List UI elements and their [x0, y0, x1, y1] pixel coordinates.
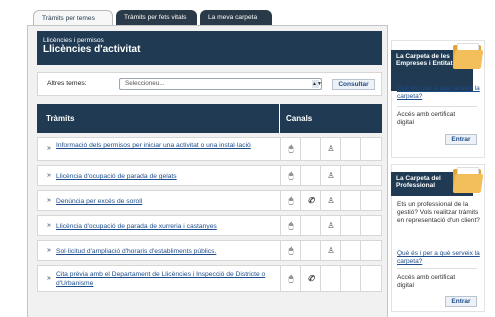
procedure-link[interactable]: Denúncia per excés de soroll	[56, 197, 272, 206]
professional-info-link[interactable]: Què és i per a què serveix la carpeta?	[397, 250, 485, 266]
procedures-table-header: Tràmits Canals	[37, 104, 382, 133]
channel-cell[interactable]: ✆	[300, 266, 320, 291]
procedure-link[interactable]: Llicència d'ocupació de parada de gelats	[56, 172, 272, 181]
channel-cell	[340, 266, 360, 291]
other-topics-bar: Altres temes: Seleccioneu... ▲▼ Consulta…	[37, 72, 382, 96]
header-divider	[279, 104, 280, 133]
channel-cell	[360, 138, 380, 160]
companies-enter-button[interactable]: Entrar	[445, 134, 477, 145]
tab-bar: Tràmits per temes Tràmits per fets vital…	[33, 10, 272, 26]
tab-by-life-events[interactable]: Tràmits per fets vitals	[116, 10, 197, 26]
channel-cell	[360, 191, 380, 210]
channel-cell	[340, 166, 360, 185]
phone-icon[interactable]: ✆	[301, 196, 321, 205]
person-icon[interactable]: ♙	[321, 144, 341, 153]
mouse-icon[interactable]: 🖱	[281, 246, 301, 256]
phone-icon[interactable]: ✆	[301, 274, 321, 283]
channel-cell	[340, 241, 360, 260]
page-header: Llicències i permisos Llicències d'activ…	[37, 31, 382, 65]
bullet-icon: »	[47, 145, 51, 152]
channel-cell[interactable]: 🖱	[280, 138, 300, 160]
channel-cell[interactable]: 🖱	[280, 216, 300, 235]
mouse-icon[interactable]: 🖱	[281, 221, 301, 231]
professional-question-text: Ets un professional de la gestió? Vols r…	[397, 201, 480, 224]
channel-cell	[360, 166, 380, 185]
divider	[397, 268, 477, 269]
person-icon[interactable]: ♙	[321, 171, 341, 180]
mouse-icon[interactable]: 🖱	[281, 144, 301, 154]
channel-cell	[300, 138, 320, 160]
channel-cell[interactable]: 🖱	[280, 241, 300, 260]
procedure-row: » Cita prèvia amb el Departament de Llicè…	[37, 265, 382, 292]
bullet-icon: »	[47, 274, 51, 282]
procedure-link[interactable]: Llicència d'ocupació de parada de xurrer…	[56, 222, 272, 231]
channel-cell[interactable]: ♙	[320, 241, 340, 260]
companies-info-link[interactable]: Què és i per a què serveix la carpeta?	[397, 85, 485, 101]
procedure-row: » Denúncia per excés de soroll 🖱 ✆ ♙	[37, 190, 382, 211]
procedure-row: » Llicència d'ocupació de parada de gelat…	[37, 165, 382, 186]
tab-by-topics[interactable]: Tràmits per temes	[33, 10, 113, 26]
procedure-link[interactable]: Informació dels permisos per iniciar una…	[56, 141, 272, 150]
folder-icon	[452, 167, 484, 193]
channel-cell[interactable]: ♙	[320, 138, 340, 160]
topics-select-value: Seleccioneu...	[125, 80, 165, 87]
procedure-row: » Informació dels permisos per iniciar un…	[37, 137, 382, 161]
chevron-updown-icon: ▲▼	[312, 80, 322, 88]
page: Tràmits per temes Tràmits per fets vital…	[0, 0, 495, 317]
bullet-icon: »	[47, 196, 51, 204]
person-icon[interactable]: ♙	[321, 221, 341, 230]
channel-cell	[340, 191, 360, 210]
channel-cell[interactable]: ✆	[300, 191, 320, 210]
breadcrumb[interactable]: Llicències i permisos	[43, 37, 104, 44]
channel-cell	[360, 241, 380, 260]
mouse-icon[interactable]: 🖱	[281, 196, 301, 206]
professional-folder-panel: La Carpeta del Professional Ets un profe…	[391, 164, 485, 312]
channel-cell[interactable]: ♙	[320, 216, 340, 235]
procedure-link[interactable]: Sol·licitud d'ampliació d'horaris d'esta…	[56, 247, 272, 256]
col-procedures: Tràmits	[46, 114, 75, 123]
channel-cell	[340, 216, 360, 235]
channel-cell	[360, 216, 380, 235]
person-icon[interactable]: ♙	[321, 196, 341, 205]
bullet-icon: »	[47, 171, 51, 179]
mouse-icon[interactable]: 🖱	[281, 171, 301, 181]
channel-cell	[300, 216, 320, 235]
topics-select[interactable]: Seleccioneu... ▲▼	[119, 78, 322, 90]
professional-access-text: Accés amb certificat digital	[397, 274, 456, 289]
folder-icon	[452, 43, 484, 69]
procedure-row: » Llicència d'ocupació de parada de xurre…	[37, 215, 382, 236]
person-icon[interactable]: ♙	[321, 246, 341, 255]
channel-cell	[320, 266, 340, 291]
companies-folder-panel: La Carpeta de les Empreses i Entitats Qu…	[391, 40, 485, 158]
channel-cell[interactable]: 🖱	[280, 166, 300, 185]
consult-button[interactable]: Consultar	[332, 79, 375, 90]
channel-cell[interactable]: ♙	[320, 191, 340, 210]
tab-my-folder[interactable]: La meva carpeta	[200, 10, 272, 26]
col-channels: Canals	[286, 114, 313, 123]
channel-cell[interactable]: ♙	[320, 166, 340, 185]
other-topics-label: Altres temes:	[47, 80, 87, 87]
channel-cell	[300, 166, 320, 185]
channel-cell[interactable]: 🖱	[280, 266, 300, 291]
companies-access-text: Accés amb certificat digital	[397, 111, 456, 126]
bullet-icon: »	[47, 221, 51, 229]
professional-enter-button[interactable]: Entrar	[445, 296, 477, 307]
procedure-row: » Sol·licitud d'ampliació d'horaris d'est…	[37, 240, 382, 261]
channel-cell	[300, 241, 320, 260]
bullet-icon: »	[47, 246, 51, 254]
procedures-list: » Informació dels permisos per iniciar un…	[37, 137, 382, 296]
channel-cell	[360, 266, 380, 291]
page-title: Llicències d'activitat	[43, 44, 141, 55]
channel-cell[interactable]: 🖱	[280, 191, 300, 210]
mouse-icon[interactable]: 🖱	[281, 274, 301, 284]
procedure-link[interactable]: Cita prèvia amb el Departament de Llicèn…	[56, 270, 272, 288]
divider	[397, 106, 477, 107]
channel-cell	[340, 138, 360, 160]
